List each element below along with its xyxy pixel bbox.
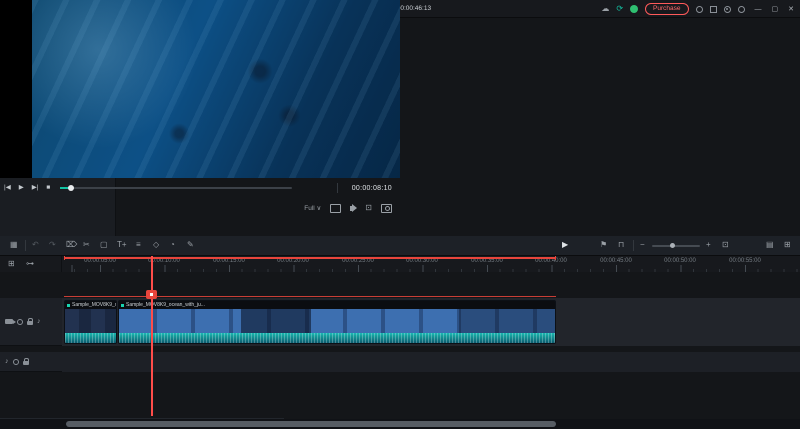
- lock-icon[interactable]: [22, 358, 29, 365]
- maximize-button[interactable]: ▢: [772, 5, 779, 13]
- clip-ocean-1[interactable]: Sample_MOV8K9_ocean_...: [64, 300, 117, 344]
- link-icon[interactable]: ⊶: [26, 260, 34, 268]
- music-note-icon: ♪: [5, 358, 9, 365]
- manage-tracks-icon[interactable]: ⊞: [8, 260, 15, 268]
- stop-button[interactable]: ■: [46, 184, 50, 192]
- crop-icon[interactable]: ▢: [100, 241, 108, 249]
- scrollbar-thumb[interactable]: [66, 421, 556, 427]
- chevron-down-icon: ∨: [316, 205, 322, 212]
- lock-icon[interactable]: [27, 318, 33, 325]
- video-track-header: ♪: [0, 298, 62, 346]
- ruler-label: 00:00:55:00: [729, 258, 761, 264]
- marker-icon[interactable]: ⚑: [600, 241, 607, 249]
- media-browser-icon[interactable]: ▦: [10, 241, 18, 249]
- layout-icon[interactable]: [709, 5, 717, 13]
- audio-track-lane[interactable]: [62, 352, 800, 372]
- bell-icon[interactable]: [695, 5, 703, 13]
- audio-track-header: ♪: [0, 352, 62, 372]
- zoom-out-icon[interactable]: −: [640, 241, 645, 249]
- track-toggle-icon[interactable]: [17, 318, 23, 325]
- preview-timecode: 00:00:08:10: [351, 184, 392, 192]
- purchase-button[interactable]: Purchase: [645, 3, 689, 15]
- track-toggle-icon[interactable]: [12, 358, 19, 365]
- timeline-zoom-slider[interactable]: [652, 243, 700, 248]
- timeline-toolbar: ▦ ↶ ↷ ⌦ ✂ ▢ T+ ≡ ◇ ◔ ✎ ▶ ⚑ ⊓ − + ⊡ ▤ ⊞: [0, 236, 800, 256]
- delete-icon[interactable]: ⌦: [66, 241, 77, 249]
- menubar-right-cluster: ☁ ⟳ Purchase — ▢ ✕: [601, 0, 800, 18]
- minimize-button[interactable]: —: [755, 6, 762, 13]
- speed-icon[interactable]: ◔: [170, 241, 175, 249]
- preview-video[interactable]: [32, 0, 400, 178]
- divider: [337, 183, 338, 193]
- text-tool-icon[interactable]: T+: [117, 241, 127, 249]
- add-track-icon[interactable]: ⊞: [784, 241, 791, 249]
- keyframe-icon[interactable]: ◇: [153, 241, 159, 249]
- clip-title-bar: Sample_MOV8K9_ocean_with_ju...: [119, 301, 555, 309]
- account-avatar[interactable]: [630, 5, 639, 13]
- user-icon[interactable]: [737, 5, 745, 13]
- snapshot-icon[interactable]: [381, 203, 392, 213]
- quality-dropdown[interactable]: Full ∨: [304, 204, 321, 212]
- sync-icon[interactable]: ⟳: [616, 5, 623, 13]
- undo-icon[interactable]: ↶: [32, 241, 39, 249]
- timeline-scrollbar[interactable]: [0, 419, 800, 429]
- volume-icon[interactable]: [350, 203, 358, 212]
- edit-pen-icon[interactable]: ✎: [187, 241, 194, 249]
- ruler-label: 00:00:50:00: [664, 258, 696, 264]
- playback-controls: |◀ ▶ ▶| ■ 00:00:08:10: [0, 178, 400, 198]
- panel-icon[interactable]: ▤: [766, 241, 774, 249]
- audio-mixer-icon[interactable]: ≡: [136, 241, 141, 249]
- seek-knob[interactable]: [68, 185, 75, 191]
- close-button[interactable]: ✕: [788, 5, 794, 13]
- timeline-tracks[interactable]: ♪ ♪ Sample_MOV8K9_ocean_... Sample_MOV8K…: [0, 272, 800, 418]
- range-indicator-line: [64, 296, 556, 297]
- playhead-line[interactable]: [151, 256, 153, 416]
- clip-waveform: [119, 333, 555, 343]
- clip-type-icon: [67, 303, 70, 307]
- seek-slider[interactable]: [60, 185, 293, 191]
- zoom-in-icon[interactable]: +: [706, 241, 711, 249]
- step-forward-button[interactable]: ▶|: [32, 184, 39, 192]
- clip-ocean-2[interactable]: Sample_MOV8K9_ocean_with_ju...: [118, 300, 556, 344]
- ruler-label: 00:00:45:00: [600, 258, 632, 264]
- zoom-fit-icon[interactable]: ⊡: [722, 241, 729, 249]
- split-scissors-icon[interactable]: ✂: [83, 241, 90, 249]
- play-button[interactable]: ▶: [19, 184, 24, 192]
- screen-record-icon[interactable]: [723, 5, 731, 13]
- cloud-icon[interactable]: ☁: [601, 5, 609, 13]
- clip-name: Sample_MOV8K9_ocean_with_ju...: [126, 302, 205, 308]
- divider: [633, 240, 634, 251]
- video-track-icon: [5, 319, 16, 324]
- fullscreen-icon[interactable]: ⊡: [365, 204, 372, 212]
- project-range-indicator: [64, 256, 556, 260]
- clip-waveform: [65, 333, 116, 343]
- preview-options: Full ∨ ⊡: [0, 198, 400, 218]
- clip-name: Sample_MOV8K9_ocean_...: [72, 302, 116, 308]
- render-play-icon[interactable]: ▶: [562, 241, 568, 249]
- playhead-handle[interactable]: [146, 290, 157, 299]
- snap-magnet-icon[interactable]: ⊓: [618, 241, 624, 249]
- divider: [25, 240, 26, 251]
- mute-icon[interactable]: ♪: [37, 318, 41, 325]
- step-back-button[interactable]: |◀: [4, 184, 11, 192]
- clip-thumbnails: [65, 309, 116, 335]
- filmora-window: Wondershare Filmora File Edit Tools View…: [0, 0, 800, 429]
- display-icon[interactable]: [330, 203, 342, 213]
- clip-title-bar: Sample_MOV8K9_ocean_...: [65, 301, 116, 309]
- clip-type-icon: [121, 303, 124, 307]
- redo-icon[interactable]: ↷: [49, 241, 56, 249]
- clip-thumbnails: [119, 309, 555, 335]
